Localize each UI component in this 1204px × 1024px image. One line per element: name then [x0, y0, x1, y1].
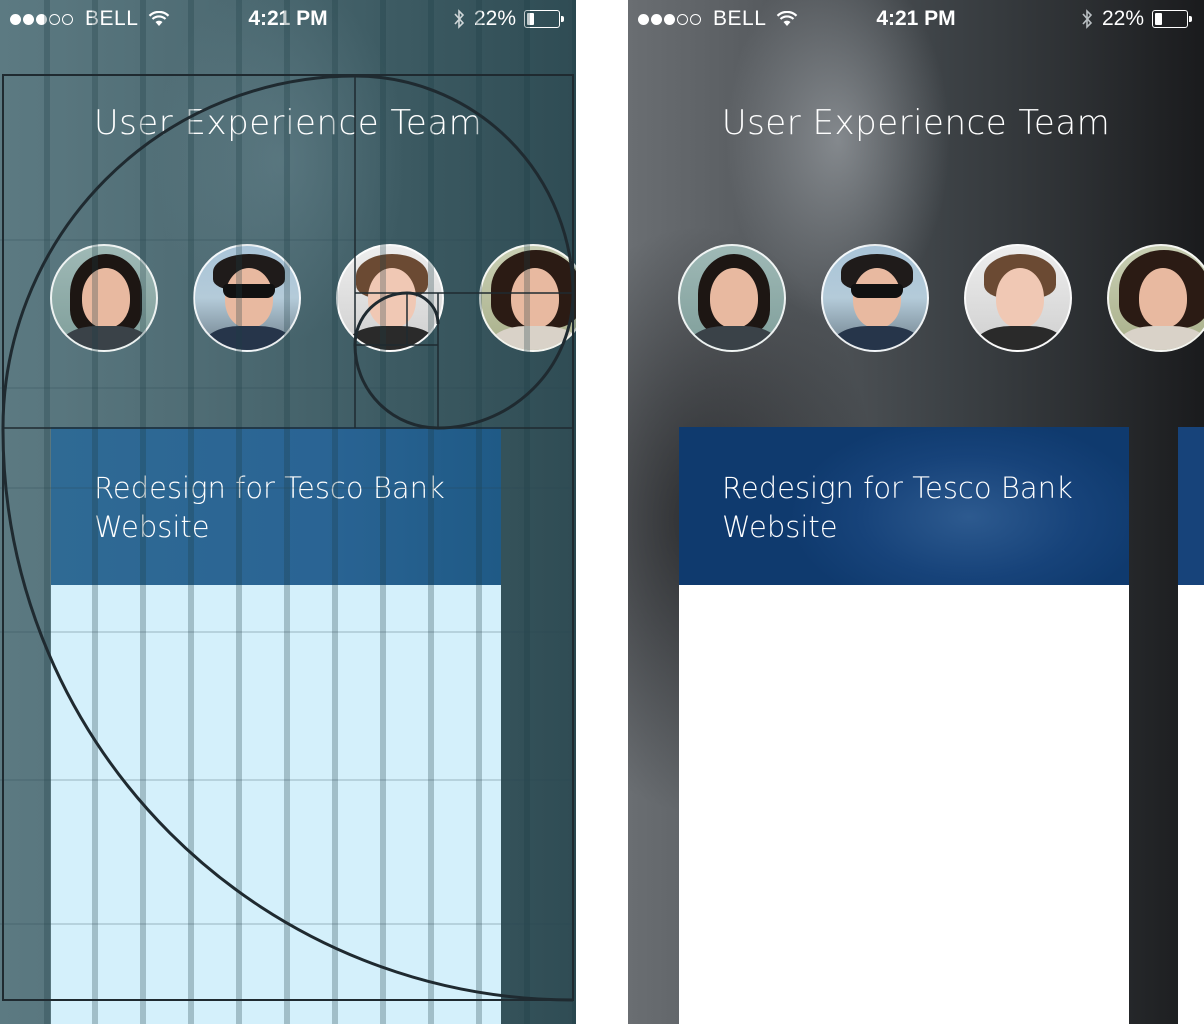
team-member-avatar[interactable] — [964, 244, 1072, 352]
bluetooth-icon — [1082, 9, 1093, 29]
project-card-header: Redesign for Tesco Bank Website — [679, 427, 1129, 585]
project-card[interactable]: Redesign for Tesco Bank Website — [679, 427, 1129, 1024]
project-card[interactable]: Redesign for Tesco Bank Website — [51, 427, 501, 1024]
team-member-avatar[interactable] — [193, 244, 301, 352]
project-card-header: Redesign for Tesco Bank Website — [51, 427, 501, 585]
battery-icon — [1152, 10, 1192, 28]
project-card-body — [51, 585, 501, 1024]
page-title: User Experience Team — [93, 103, 483, 143]
battery-percentage: 22% — [473, 7, 516, 30]
battery-icon — [524, 10, 564, 28]
team-avatar-row[interactable] — [50, 244, 576, 356]
page-title: User Experience Team — [721, 103, 1111, 143]
team-member-avatar[interactable] — [336, 244, 444, 352]
phone-screen-final: BELL 4:21 PM 22% User Experience Team Re… — [628, 0, 1204, 1024]
project-card-body — [679, 585, 1129, 1024]
next-card-peek-body — [1178, 585, 1204, 1024]
project-card-title: Redesign for Tesco Bank Website — [722, 471, 1073, 544]
team-member-avatar[interactable] — [678, 244, 786, 352]
project-card-title: Redesign for Tesco Bank Website — [94, 471, 445, 544]
team-member-avatar[interactable] — [821, 244, 929, 352]
team-member-avatar[interactable] — [1107, 244, 1204, 352]
team-member-avatar[interactable] — [50, 244, 158, 352]
bluetooth-icon — [454, 9, 465, 29]
battery-percentage: 22% — [1101, 7, 1144, 30]
team-member-avatar[interactable] — [479, 244, 576, 352]
phone-screen-grid-overlay: BELL 4:21 PM 22% User Experience Team Re… — [0, 0, 576, 1024]
next-card-peek[interactable] — [1178, 427, 1204, 585]
status-bar: BELL 4:21 PM 22% — [0, 0, 576, 40]
status-bar: BELL 4:21 PM 22% — [628, 0, 1204, 40]
team-avatar-row[interactable] — [678, 244, 1204, 356]
